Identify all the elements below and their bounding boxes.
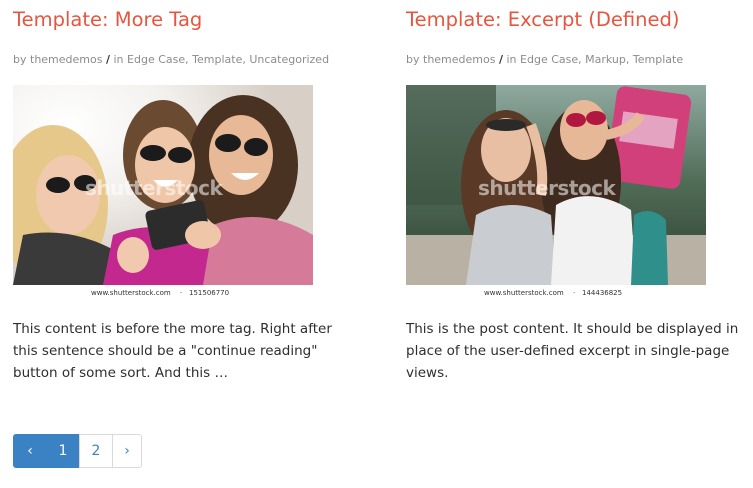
chevron-left-icon: ‹ <box>27 443 33 459</box>
watermark-text: shutterstock <box>478 176 616 200</box>
pagination: ‹ 1 2 › <box>13 434 142 468</box>
page-2-button[interactable]: 2 <box>79 434 113 468</box>
category-link[interactable]: Template <box>192 53 242 66</box>
next-page-button[interactable]: › <box>112 434 142 468</box>
prev-page-button[interactable]: ‹ <box>13 434 47 468</box>
watermark-text: shutterstock <box>85 176 223 200</box>
meta-in: in <box>113 53 124 66</box>
post-title[interactable]: Template: Excerpt (Defined) <box>406 6 746 34</box>
image-caption-site: www.shutterstock.com <box>484 289 564 297</box>
image-caption-id: 151506770 <box>189 289 229 297</box>
meta-by: by <box>13 53 27 66</box>
image-caption-separator: · <box>180 289 182 297</box>
image-caption-id: 144436825 <box>582 289 622 297</box>
post-title[interactable]: Template: More Tag <box>13 6 353 34</box>
category-link[interactable]: Markup <box>585 53 626 66</box>
meta-by: by <box>406 53 420 66</box>
post-meta: by themedemos / in Edge Case, Template, … <box>13 53 330 66</box>
post-excerpt: This is the post content. It should be d… <box>406 321 739 381</box>
post-thumbnail[interactable]: shutterstock www.shutterstock.com · 1444… <box>406 85 706 299</box>
image-caption-separator: · <box>573 289 575 297</box>
category-link[interactable]: Template <box>633 53 683 66</box>
post-card: Template: More Tag by themedemos / in Ed… <box>13 0 353 381</box>
category-link[interactable]: Edge Case <box>127 53 185 66</box>
post-thumbnail[interactable]: shutterstock www.shutterstock.com · 1515… <box>13 85 313 299</box>
selfie-photo-image: shutterstock www.shutterstock.com · 1515… <box>13 85 313 299</box>
post-excerpt: This content is before the more tag. Rig… <box>13 321 332 381</box>
image-caption-site: www.shutterstock.com <box>91 289 171 297</box>
meta-in: in <box>506 53 517 66</box>
category-link[interactable]: Uncategorized <box>249 53 329 66</box>
author-link[interactable]: themedemos <box>423 53 495 66</box>
category-link[interactable]: Edge Case <box>520 53 578 66</box>
meta-separator: / <box>498 53 503 66</box>
page-1-button[interactable]: 1 <box>46 434 80 468</box>
skateboard-photo-image: shutterstock www.shutterstock.com · 1444… <box>406 85 706 299</box>
meta-separator: / <box>105 53 110 66</box>
post-card: Template: Excerpt (Defined) by themedemo… <box>406 0 746 381</box>
chevron-right-icon: › <box>124 443 130 459</box>
author-link[interactable]: themedemos <box>30 53 102 66</box>
post-meta: by themedemos / in Edge Case, Markup, Te… <box>406 53 684 66</box>
